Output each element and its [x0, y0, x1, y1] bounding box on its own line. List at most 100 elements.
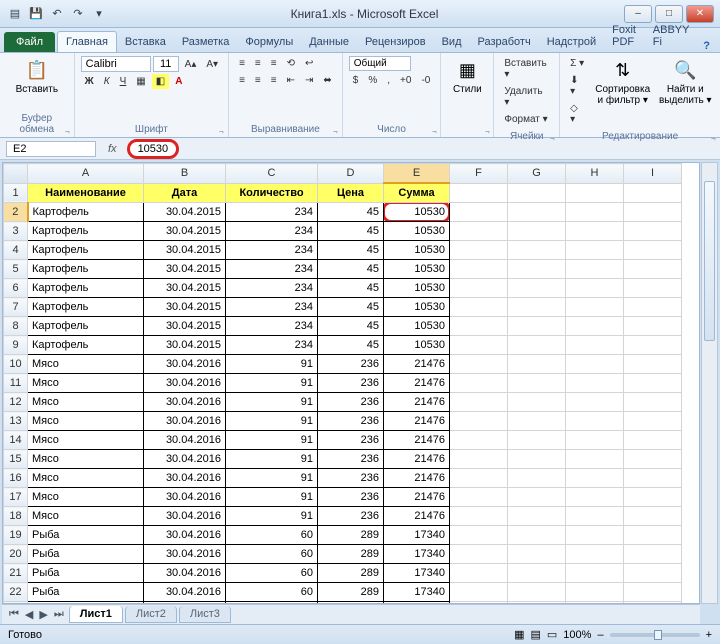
- cell[interactable]: [508, 431, 566, 450]
- cell[interactable]: [624, 431, 682, 450]
- cell[interactable]: [566, 431, 624, 450]
- zoom-in-button[interactable]: +: [706, 629, 712, 641]
- table-header[interactable]: Цена: [318, 183, 384, 203]
- cell[interactable]: 21476: [384, 488, 450, 507]
- cell[interactable]: [508, 507, 566, 526]
- cell[interactable]: 30.04.2015: [144, 336, 226, 355]
- cell[interactable]: [450, 222, 508, 241]
- redo-icon[interactable]: ↷: [69, 5, 87, 23]
- paste-button[interactable]: 📋 Вставить: [6, 56, 68, 97]
- row-header[interactable]: 18: [4, 507, 28, 526]
- cell[interactable]: 30.04.2016: [144, 374, 226, 393]
- select-all-corner[interactable]: [4, 164, 28, 184]
- orientation-button[interactable]: ⟲: [283, 56, 299, 71]
- row-header[interactable]: 8: [4, 317, 28, 336]
- cell[interactable]: [450, 279, 508, 298]
- cell[interactable]: 91: [226, 431, 318, 450]
- cell[interactable]: [624, 507, 682, 526]
- column-header-E[interactable]: E: [384, 164, 450, 184]
- cell[interactable]: 289: [318, 583, 384, 602]
- cell[interactable]: Мясо: [28, 507, 144, 526]
- indent-left-button[interactable]: ⇤: [283, 73, 299, 88]
- cell[interactable]: [624, 564, 682, 583]
- cell[interactable]: [566, 488, 624, 507]
- cell[interactable]: [566, 564, 624, 583]
- undo-icon[interactable]: ↶: [48, 5, 66, 23]
- cell[interactable]: 45: [318, 241, 384, 260]
- cell[interactable]: 10530: [384, 260, 450, 279]
- cell[interactable]: 21476: [384, 374, 450, 393]
- fill-color-button[interactable]: ◧: [152, 74, 169, 89]
- column-header-D[interactable]: D: [318, 164, 384, 184]
- cell[interactable]: [450, 507, 508, 526]
- cell[interactable]: [566, 317, 624, 336]
- cell[interactable]: [450, 336, 508, 355]
- cell[interactable]: 10530: [384, 222, 450, 241]
- cell[interactable]: [566, 526, 624, 545]
- tab-home[interactable]: Главная: [57, 31, 117, 52]
- cell[interactable]: [624, 393, 682, 412]
- insert-cells-button[interactable]: Вставить ▾: [500, 56, 553, 82]
- view-normal-icon[interactable]: ▦: [514, 628, 524, 641]
- table-header[interactable]: Сумма: [384, 183, 450, 203]
- column-header-B[interactable]: B: [144, 164, 226, 184]
- row-header[interactable]: 1: [4, 183, 28, 203]
- row-header[interactable]: 9: [4, 336, 28, 355]
- column-header-C[interactable]: C: [226, 164, 318, 184]
- cell[interactable]: 21476: [384, 393, 450, 412]
- cell[interactable]: [624, 317, 682, 336]
- cell[interactable]: Мясо: [28, 412, 144, 431]
- currency-button[interactable]: $: [349, 73, 363, 88]
- sheet-nav-last[interactable]: ⏭: [51, 608, 67, 621]
- cell[interactable]: 30.04.2015: [144, 203, 226, 222]
- tab-insert[interactable]: Вставка: [117, 32, 174, 52]
- cell[interactable]: [624, 526, 682, 545]
- cell[interactable]: Рыба: [28, 526, 144, 545]
- cell[interactable]: 91: [226, 507, 318, 526]
- cell[interactable]: 45: [318, 222, 384, 241]
- cell[interactable]: [450, 545, 508, 564]
- cell[interactable]: [450, 203, 508, 222]
- cell[interactable]: [624, 412, 682, 431]
- align-bottom-button[interactable]: ≡: [267, 56, 281, 71]
- cell[interactable]: 234: [226, 260, 318, 279]
- vertical-scrollbar[interactable]: [701, 162, 718, 604]
- tab-developer[interactable]: Разработч: [470, 32, 539, 52]
- cell[interactable]: 45: [318, 336, 384, 355]
- cell[interactable]: [508, 374, 566, 393]
- cell[interactable]: 21476: [384, 355, 450, 374]
- cell[interactable]: 30.04.2015: [144, 298, 226, 317]
- cell[interactable]: [450, 583, 508, 602]
- cell[interactable]: [508, 355, 566, 374]
- file-tab[interactable]: Файл: [4, 32, 55, 52]
- cell[interactable]: 236: [318, 374, 384, 393]
- row-header[interactable]: 19: [4, 526, 28, 545]
- delete-cells-button[interactable]: Удалить ▾: [500, 84, 553, 110]
- cell[interactable]: [624, 336, 682, 355]
- italic-button[interactable]: К: [100, 74, 114, 89]
- cell[interactable]: 234: [226, 279, 318, 298]
- cell[interactable]: 60: [226, 564, 318, 583]
- row-header[interactable]: 13: [4, 412, 28, 431]
- cell[interactable]: Мясо: [28, 450, 144, 469]
- cell[interactable]: 21476: [384, 431, 450, 450]
- cell[interactable]: [508, 279, 566, 298]
- tab-formulas[interactable]: Формулы: [237, 32, 301, 52]
- cell[interactable]: 17340: [384, 583, 450, 602]
- column-header-G[interactable]: G: [508, 164, 566, 184]
- cell[interactable]: 30.04.2015: [144, 260, 226, 279]
- cell[interactable]: 289: [318, 526, 384, 545]
- cell[interactable]: [566, 412, 624, 431]
- cell[interactable]: 30.04.2016: [144, 488, 226, 507]
- cell[interactable]: 91: [226, 469, 318, 488]
- font-face-select[interactable]: Calibri: [81, 56, 151, 72]
- cell[interactable]: 45: [318, 298, 384, 317]
- view-break-icon[interactable]: ▭: [547, 628, 557, 641]
- cell[interactable]: 45: [318, 260, 384, 279]
- cell[interactable]: Картофель: [28, 298, 144, 317]
- cell[interactable]: 236: [318, 469, 384, 488]
- cell[interactable]: 10530: [384, 279, 450, 298]
- cell[interactable]: [508, 222, 566, 241]
- cell[interactable]: [566, 279, 624, 298]
- font-color-button[interactable]: A: [171, 74, 186, 89]
